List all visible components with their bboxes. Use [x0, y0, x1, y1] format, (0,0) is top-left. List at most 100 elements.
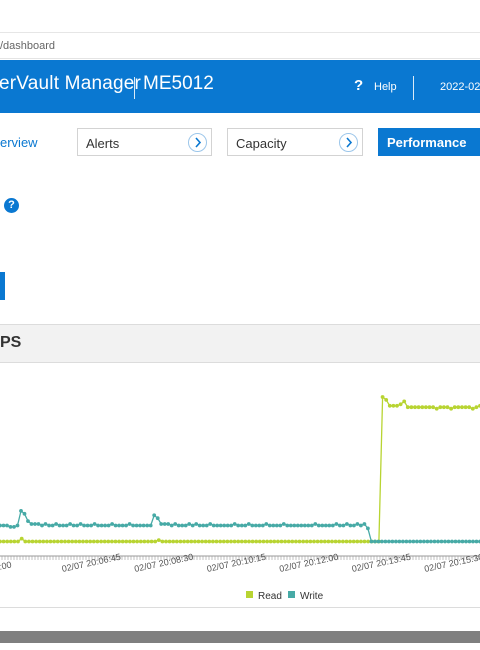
data-point-write: [334, 522, 339, 526]
x-tick-label: 02/07 20:13:45: [351, 552, 412, 574]
legend-swatch-read: [246, 591, 253, 598]
data-point-write: [246, 522, 251, 526]
data-point-read: [1, 539, 6, 544]
data-point-write: [194, 522, 199, 526]
data-point-write: [302, 523, 307, 528]
data-point-write: [236, 523, 241, 528]
data-point-write: [450, 539, 454, 544]
data-point-write: [68, 522, 72, 526]
data-point-read: [185, 539, 190, 544]
data-point-read: [131, 539, 136, 544]
data-point-read: [8, 539, 13, 544]
data-point-write: [57, 523, 62, 528]
data-point-read: [138, 539, 143, 544]
data-point-read: [297, 539, 302, 544]
data-point-read: [351, 539, 356, 544]
action-button[interactable]: [0, 272, 5, 300]
data-point-write: [117, 523, 121, 528]
data-point-read: [344, 539, 349, 544]
data-point-write: [64, 523, 69, 528]
tab-overview[interactable]: erview: [0, 128, 50, 156]
data-point-write: [387, 539, 391, 544]
data-point-read: [73, 539, 78, 544]
title-divider: [134, 77, 135, 99]
data-point-write: [148, 523, 153, 528]
help-link[interactable]: Help: [374, 81, 397, 93]
data-point-write: [253, 523, 258, 528]
x-tick-label: 02/07 20:08:30: [133, 552, 194, 574]
data-point-write: [78, 522, 83, 526]
data-point-read: [16, 539, 20, 544]
data-point-write: [401, 539, 405, 544]
tab-alerts[interactable]: Alerts: [77, 128, 212, 156]
data-point-write: [313, 522, 318, 526]
tab-capacity[interactable]: Capacity: [227, 128, 363, 156]
x-tick-label: 02/07 20:15:30: [423, 552, 480, 574]
address-bar[interactable]: /dashboard: [0, 34, 480, 59]
data-point-read: [348, 539, 352, 544]
data-point-write: [176, 523, 181, 528]
data-point-read: [178, 539, 183, 544]
data-point-write: [467, 539, 472, 544]
tab-label: Alerts: [86, 136, 120, 151]
data-point-write: [173, 522, 178, 526]
data-point-write: [345, 522, 349, 526]
data-point-read: [95, 539, 100, 544]
data-point-write: [96, 523, 100, 528]
data-point-read: [319, 539, 324, 544]
data-point-write: [394, 539, 398, 544]
data-point-read: [221, 539, 226, 544]
legend-label-write: Write: [300, 591, 324, 602]
data-point-write: [159, 522, 164, 526]
data-point-read: [34, 539, 38, 544]
tab-label: Capacity: [236, 136, 287, 151]
data-point-read: [250, 539, 255, 544]
data-point-write: [155, 516, 160, 521]
data-point-write: [443, 539, 447, 544]
app-title: erVault Manager: [0, 73, 142, 94]
chevron-right-icon[interactable]: [339, 133, 358, 152]
data-point-read: [27, 539, 31, 544]
data-point-read: [70, 539, 75, 544]
data-point-write: [120, 523, 125, 528]
data-point-read: [463, 405, 468, 410]
data-point-write: [239, 523, 244, 528]
data-point-write: [187, 522, 192, 526]
data-point-read: [23, 539, 28, 544]
data-point-write: [383, 539, 388, 544]
data-point-write: [180, 523, 185, 528]
data-point-read: [315, 539, 320, 544]
data-point-write: [169, 523, 174, 528]
data-point-read: [276, 539, 280, 544]
data-point-read: [171, 539, 176, 544]
help-icon[interactable]: ?: [354, 77, 363, 94]
data-point-write: [43, 522, 48, 526]
browser-tab-strip: [0, 0, 480, 33]
data-point-read: [149, 539, 154, 544]
data-point-read: [84, 539, 89, 544]
chevron-right-icon[interactable]: [188, 133, 207, 152]
data-point-write: [338, 523, 342, 528]
data-point-write: [380, 539, 384, 544]
data-point-write: [299, 523, 304, 528]
data-point-read: [99, 539, 103, 544]
data-point-read: [164, 539, 168, 544]
data-point-read: [156, 538, 161, 542]
x-tick-label: 02/07 20:06:45: [61, 552, 122, 574]
data-point-write: [422, 539, 426, 544]
data-point-write: [8, 525, 13, 529]
horizontal-scrollbar[interactable]: [0, 631, 480, 643]
data-point-write: [306, 523, 311, 528]
tab-performance[interactable]: Performance: [378, 128, 480, 156]
data-point-read: [225, 539, 230, 544]
data-point-write: [366, 526, 370, 531]
data-point-write: [183, 523, 188, 528]
data-point-read: [41, 539, 46, 544]
data-point-read: [380, 395, 385, 399]
tab-label: Performance: [387, 135, 467, 150]
url-text[interactable]: /dashboard: [0, 40, 55, 52]
data-point-read: [341, 539, 345, 544]
data-point-read: [52, 539, 56, 544]
data-point-write: [309, 523, 314, 528]
question-help-icon[interactable]: ?: [4, 198, 19, 213]
